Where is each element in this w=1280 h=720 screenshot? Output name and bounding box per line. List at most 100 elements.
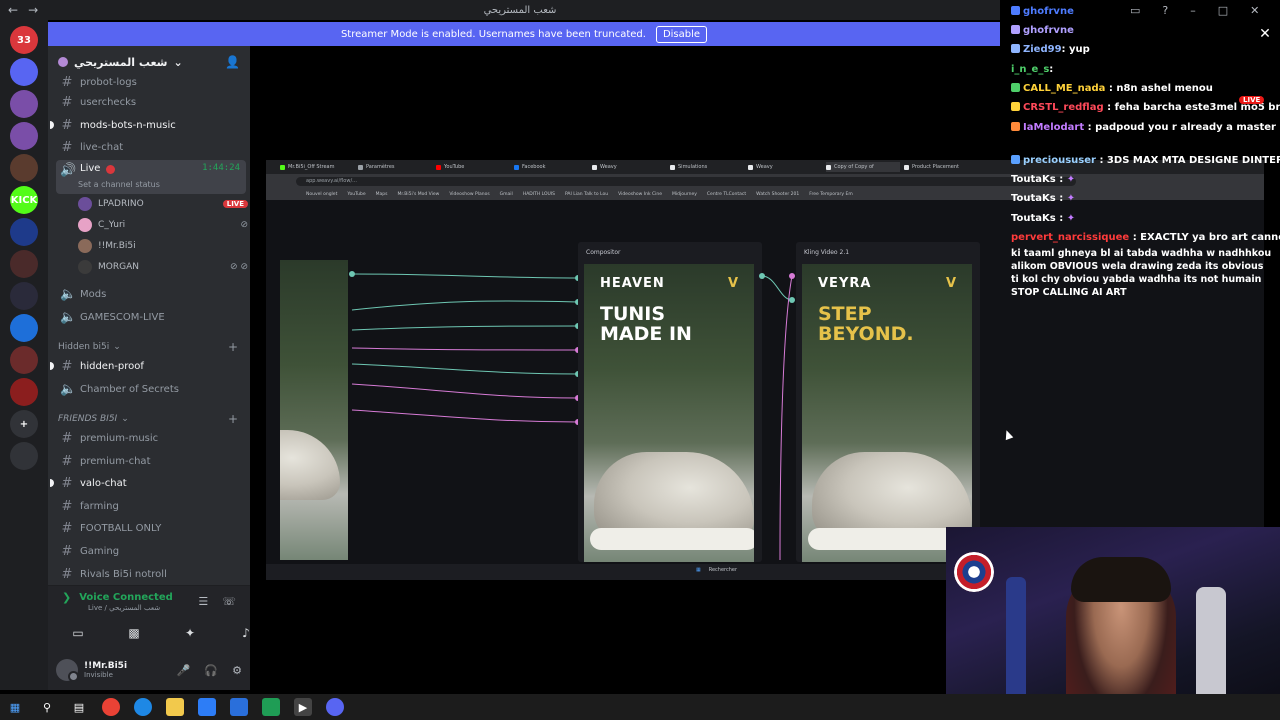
channel-premium-chat[interactable]: # premium-chat: [56, 451, 246, 471]
browser-tab[interactable]: Weavy: [748, 162, 822, 172]
media-player-icon[interactable]: ▶: [294, 698, 312, 716]
url-field[interactable]: app.weavy.ai/flow/...: [296, 176, 1076, 186]
browser-tab[interactable]: Simulations: [670, 162, 744, 172]
invite-icon[interactable]: 👤: [225, 55, 240, 69]
channel-valo-chat[interactable]: # valo-chat: [50, 473, 246, 493]
bookmark[interactable]: Gmail: [500, 192, 513, 197]
app-icon[interactable]: [262, 698, 280, 716]
chat-badge-icon: [1011, 155, 1020, 164]
disable-button[interactable]: Disable: [655, 25, 708, 43]
compositor-node[interactable]: Compositor HEAVEN V TUNIS MADE IN: [578, 242, 762, 562]
channel-premium-music[interactable]: # premium-music: [56, 428, 246, 448]
voice-channel-mods[interactable]: 🔈 Mods: [56, 284, 246, 304]
bookmark[interactable]: Mr.Bi5i's Mod View: [398, 192, 440, 197]
chat-badge-icon: [1011, 25, 1020, 34]
channel-live-chat[interactable]: # live-chat: [56, 137, 246, 157]
forward-arrow-icon[interactable]: →: [28, 3, 38, 17]
server-icon[interactable]: [10, 442, 38, 470]
mail-icon[interactable]: [230, 698, 248, 716]
kling-video-node[interactable]: Kling Video 2.1 VEYRA V STEP BEYOND.: [796, 242, 980, 562]
microphone-icon[interactable]: 🎤: [177, 664, 191, 677]
voice-status[interactable]: ❯ Voice Connected: [62, 591, 173, 604]
voice-user[interactable]: MORGAN ⊘ ⊘: [78, 257, 248, 277]
start-icon[interactable]: ▦: [6, 698, 24, 716]
browser-tab[interactable]: Paramètres: [358, 162, 432, 172]
browser-tab[interactable]: Mr.Bi5i_Off Stream: [280, 162, 354, 172]
voice-user[interactable]: !!Mr.Bi5i: [78, 236, 248, 256]
server-icon[interactable]: [10, 58, 38, 86]
screen-share-button[interactable]: ▩: [114, 623, 154, 643]
hash-icon: #: [61, 117, 73, 133]
activities-button[interactable]: ✦: [170, 623, 210, 643]
discord-icon[interactable]: [326, 698, 344, 716]
search-label[interactable]: Rechercher: [709, 567, 737, 573]
bookmark[interactable]: Videoshow Planos: [449, 192, 489, 197]
store-icon[interactable]: [198, 698, 216, 716]
channel-probot-logs[interactable]: # probot-logs: [56, 72, 246, 92]
channel-farming[interactable]: # farming: [56, 496, 246, 516]
channel-mods-bots-n-music[interactable]: # mods-bots-n-music: [50, 115, 246, 135]
bookmark[interactable]: PAI Lian Talk to Lou: [565, 192, 608, 197]
user-name[interactable]: !!Mr.Bi5i: [84, 661, 127, 671]
headphones-icon[interactable]: 🎧: [204, 664, 218, 677]
bookmark[interactable]: Videoshow Ink Cine: [618, 192, 662, 197]
port[interactable]: [759, 273, 765, 279]
server-icon[interactable]: +: [10, 410, 38, 438]
category-hidden[interactable]: Hidden bi5i ⌄ +: [58, 340, 238, 354]
bookmark[interactable]: Midjourney: [672, 192, 697, 197]
add-channel-icon[interactable]: +: [228, 412, 238, 426]
bookmark[interactable]: Maps: [376, 192, 388, 197]
noise-suppression-icon[interactable]: ☰: [198, 595, 208, 608]
channel-label: Mods: [80, 288, 107, 300]
bookmark[interactable]: Nouvel onglet: [306, 192, 337, 197]
browser-tab[interactable]: Weavy: [592, 162, 666, 172]
voice-channel-chamber[interactable]: 🔈 Chamber of Secrets: [56, 379, 246, 399]
camera-off-button[interactable]: ▭: [58, 623, 98, 643]
voice-user[interactable]: LPADRINO LIVE: [78, 194, 248, 214]
server-icon[interactable]: [10, 314, 38, 342]
back-arrow-icon[interactable]: ←: [8, 3, 18, 17]
browser-tab-active[interactable]: Copy of Copy of: [826, 162, 900, 172]
server-icon[interactable]: [10, 154, 38, 182]
add-channel-icon[interactable]: +: [228, 340, 238, 354]
server-icon[interactable]: [10, 122, 38, 150]
avatar[interactable]: [56, 659, 79, 682]
chrome-icon[interactable]: [102, 698, 120, 716]
channel-hidden-proof[interactable]: # hidden-proof: [50, 356, 246, 376]
bookmark[interactable]: Centre TLContact: [707, 192, 746, 197]
server-icon[interactable]: 33: [10, 26, 38, 54]
channel-gaming[interactable]: # Gaming: [56, 541, 246, 561]
channel-football-only[interactable]: # FOOTBALL ONLY: [56, 518, 246, 538]
bookmark[interactable]: YouTube: [347, 192, 365, 197]
server-icon[interactable]: [10, 218, 38, 246]
browser-tab[interactable]: Product Placement: [904, 162, 978, 172]
server-icon[interactable]: [10, 90, 38, 118]
file-explorer-icon[interactable]: [166, 698, 184, 716]
settings-gear-icon[interactable]: ⚙: [232, 664, 242, 677]
task-view-icon[interactable]: ▤: [70, 698, 88, 716]
server-icon[interactable]: [10, 346, 38, 374]
browser-tab[interactable]: Facebook: [514, 162, 588, 172]
channel-rivals[interactable]: # Rivals Bi5i notroll: [56, 564, 246, 584]
voice-user[interactable]: C_Yuri ⊘: [78, 215, 248, 235]
port[interactable]: [789, 297, 795, 303]
search-icon[interactable]: ⚲: [38, 698, 56, 716]
bookmark[interactable]: HADITH LOUIS: [523, 192, 555, 197]
channel-status[interactable]: Set a channel status: [78, 180, 160, 189]
image-node-left[interactable]: [280, 260, 348, 560]
edge-icon[interactable]: [134, 698, 152, 716]
server-icon[interactable]: KICK: [10, 186, 38, 214]
server-icon[interactable]: [10, 282, 38, 310]
server-icon[interactable]: [10, 378, 38, 406]
bookmark[interactable]: Watch Shooter 201: [756, 192, 799, 197]
browser-tab[interactable]: YouTube: [436, 162, 510, 172]
category-friends[interactable]: FRIENDS BI5I ⌄ +: [58, 412, 238, 426]
server-icon[interactable]: [10, 250, 38, 278]
voice-channel-gamescom[interactable]: 🔈 GAMESCOM-LIVE: [56, 307, 246, 327]
voice-channel-sub[interactable]: Live / شعب المستريحي: [88, 604, 160, 612]
disconnect-icon[interactable]: ☏: [222, 595, 236, 608]
port[interactable]: [789, 273, 795, 279]
channel-userchecks[interactable]: # userchecks: [56, 92, 246, 112]
port[interactable]: [349, 271, 355, 277]
bookmark[interactable]: Free Temporary Em: [809, 192, 853, 197]
